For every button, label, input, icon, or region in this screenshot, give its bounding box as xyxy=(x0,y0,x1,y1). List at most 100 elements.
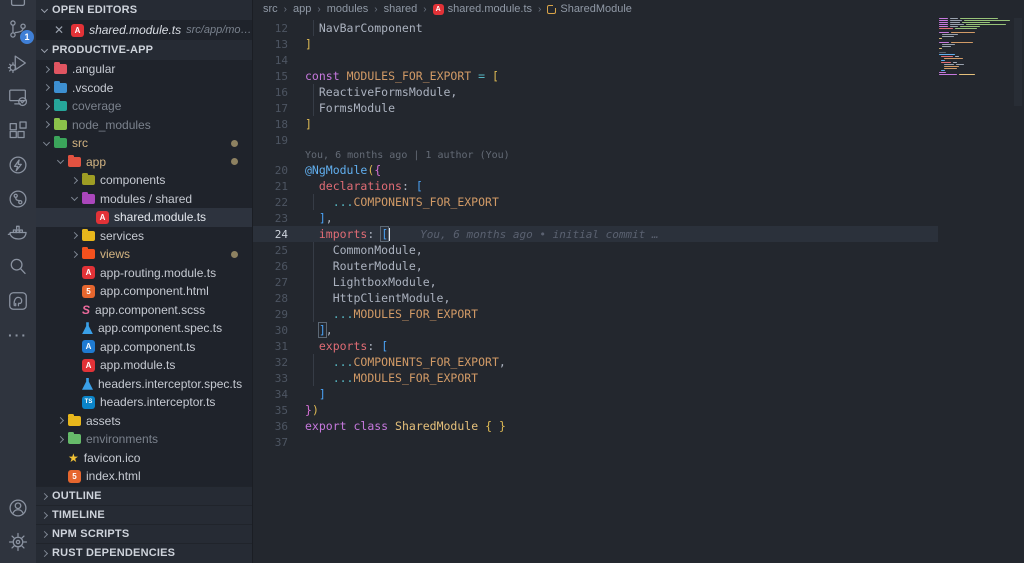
line-number[interactable]: 12 xyxy=(253,22,305,35)
line-number[interactable]: 21 xyxy=(253,180,305,193)
line-number[interactable]: 33 xyxy=(253,372,305,385)
tree-folder-row[interactable]: services xyxy=(36,227,252,246)
code-line[interactable]: 15 const MODULES_FOR_EXPORT = [ xyxy=(253,68,1024,84)
code-line[interactable]: 32 ...COMPONENTS_FOR_EXPORT, xyxy=(253,354,1024,370)
line-number[interactable]: 36 xyxy=(253,420,305,433)
line-number[interactable]: 23 xyxy=(253,212,305,225)
tree-file-row[interactable]: Sapp.component.scss xyxy=(36,301,252,320)
project-root-header[interactable]: PRODUCTIVE-APP xyxy=(36,40,252,60)
code-line[interactable]: 36 export class SharedModule { } xyxy=(253,418,1024,434)
line-number[interactable]: 28 xyxy=(253,292,305,305)
section-timeline[interactable]: TIMELINE xyxy=(36,505,252,524)
line-number[interactable]: 31 xyxy=(253,340,305,353)
open-editor-item[interactable]: ✕ A shared.module.ts src/app/mo… xyxy=(36,20,252,40)
section-rust-dependencies[interactable]: RUST DEPENDENCIES xyxy=(36,543,252,562)
tree-folder-row[interactable]: node_modules xyxy=(36,116,252,135)
line-number[interactable]: 30 xyxy=(253,324,305,337)
tree-folder-row[interactable]: assets xyxy=(36,412,252,431)
breadcrumb-modules[interactable]: modules xyxy=(327,3,369,15)
breadcrumb-app[interactable]: app xyxy=(293,3,311,15)
line-number[interactable]: 26 xyxy=(253,260,305,273)
line-number[interactable]: 37 xyxy=(253,436,305,449)
tree-file-row[interactable]: headers.interceptor.spec.ts xyxy=(36,375,252,394)
line-number[interactable]: 16 xyxy=(253,86,305,99)
code-line[interactable]: 20 @NgModule({ xyxy=(253,162,1024,178)
tree-file-row[interactable]: 5 app.component.html xyxy=(36,282,252,301)
code-line[interactable]: 18] xyxy=(253,116,1024,132)
tree-file-row[interactable]: app.component.spec.ts xyxy=(36,319,252,338)
run-debug-icon[interactable] xyxy=(0,46,36,80)
code-line[interactable]: 21 declarations: [ xyxy=(253,178,1024,194)
tree-file-row[interactable]: ★ favicon.ico xyxy=(36,449,252,468)
code-line[interactable]: 22 ...COMPONENTS_FOR_EXPORT xyxy=(253,194,1024,210)
editor-scrollbar[interactable] xyxy=(1014,18,1022,106)
tree-file-row[interactable]: Aapp.module.ts xyxy=(36,356,252,375)
tree-file-row[interactable]: TS headers.interceptor.ts xyxy=(36,393,252,412)
line-number[interactable]: 22 xyxy=(253,196,305,209)
code-line[interactable]: 31 exports: [ xyxy=(253,338,1024,354)
source-control-icon[interactable]: 1 xyxy=(0,12,36,46)
settings-gear-icon[interactable] xyxy=(0,525,36,559)
tree-folder-row[interactable]: environments xyxy=(36,430,252,449)
code-line[interactable]: 26 RouterModule, xyxy=(253,258,1024,274)
code-line[interactable]: 13] xyxy=(253,36,1024,52)
extensions-icon[interactable] xyxy=(0,114,36,148)
tree-folder-row[interactable]: app xyxy=(36,153,252,172)
tree-folder-row[interactable]: views xyxy=(36,245,252,264)
section-outline[interactable]: OUTLINE xyxy=(36,486,252,505)
tree-file-row[interactable]: 5 index.html xyxy=(36,467,252,486)
line-number[interactable]: 29 xyxy=(253,308,305,321)
tree-file-row[interactable]: Aapp-routing.module.ts xyxy=(36,264,252,283)
breadcrumb-shared[interactable]: shared xyxy=(384,3,418,15)
breadcrumb-symbol[interactable]: SharedModule xyxy=(547,3,632,15)
remote-explorer-icon[interactable] xyxy=(0,80,36,114)
tree-file-row[interactable]: Aapp.component.ts xyxy=(36,338,252,357)
line-number[interactable]: 17 xyxy=(253,102,305,115)
account-icon[interactable] xyxy=(0,491,36,525)
line-number[interactable]: 19 xyxy=(253,134,305,147)
tree-folder-row[interactable]: components xyxy=(36,171,252,190)
minimap[interactable] xyxy=(939,18,1014,78)
code-line[interactable]: 35}) xyxy=(253,402,1024,418)
search-icon[interactable] xyxy=(0,250,36,284)
code-line[interactable]: 37 xyxy=(253,434,1024,450)
code-line[interactable]: 29 ...MODULES_FOR_EXPORT xyxy=(253,306,1024,322)
more-actions-icon[interactable]: ··· xyxy=(0,318,36,352)
line-number[interactable]: 35 xyxy=(253,404,305,417)
code-line[interactable]: 12 NavBarComponent xyxy=(253,20,1024,36)
open-editors-header[interactable]: OPEN EDITORS xyxy=(36,0,252,20)
code-line[interactable]: 33 ...MODULES_FOR_EXPORT xyxy=(253,370,1024,386)
line-number[interactable]: 34 xyxy=(253,388,305,401)
tree-folder-row[interactable]: .vscode xyxy=(36,79,252,98)
line-number[interactable]: 13 xyxy=(253,38,305,51)
code-line[interactable]: 23 ], xyxy=(253,210,1024,226)
files-icon[interactable] xyxy=(0,0,36,12)
breadcrumb-file[interactable]: A shared.module.ts xyxy=(432,3,532,15)
line-number[interactable]: 20 xyxy=(253,164,305,177)
line-number[interactable]: 24 xyxy=(253,228,305,241)
code-line[interactable]: 17 FormsModule xyxy=(253,100,1024,116)
postgres-icon[interactable] xyxy=(0,284,36,318)
tree-file-row[interactable]: Ashared.module.ts xyxy=(36,208,252,227)
line-number[interactable]: 18 xyxy=(253,118,305,131)
tree-folder-row[interactable]: modules / shared xyxy=(36,190,252,209)
code-line[interactable]: 34 ] xyxy=(253,386,1024,402)
tree-folder-row[interactable]: src xyxy=(36,134,252,153)
code-line[interactable]: 14 xyxy=(253,52,1024,68)
close-icon[interactable]: ✕ xyxy=(54,24,64,36)
code-line[interactable]: 24 imports: [You, 6 months ago • initial… xyxy=(253,226,938,242)
code-line[interactable]: 30 ], xyxy=(253,322,1024,338)
thunder-client-icon[interactable] xyxy=(0,148,36,182)
code-line[interactable]: 27 LightboxModule, xyxy=(253,274,1024,290)
line-number[interactable]: 25 xyxy=(253,244,305,257)
docker-icon[interactable] xyxy=(0,216,36,250)
line-number[interactable]: 15 xyxy=(253,70,305,83)
code-line[interactable]: 16 ReactiveFormsModule, xyxy=(253,84,1024,100)
breadcrumb-src[interactable]: src xyxy=(263,3,278,15)
tree-folder-row[interactable]: .angular xyxy=(36,60,252,79)
line-number[interactable]: 27 xyxy=(253,276,305,289)
tree-folder-row[interactable]: coverage xyxy=(36,97,252,116)
code-line[interactable]: 25 CommonModule, xyxy=(253,242,1024,258)
section-npm-scripts[interactable]: NPM SCRIPTS xyxy=(36,524,252,543)
line-number[interactable]: 14 xyxy=(253,54,305,67)
